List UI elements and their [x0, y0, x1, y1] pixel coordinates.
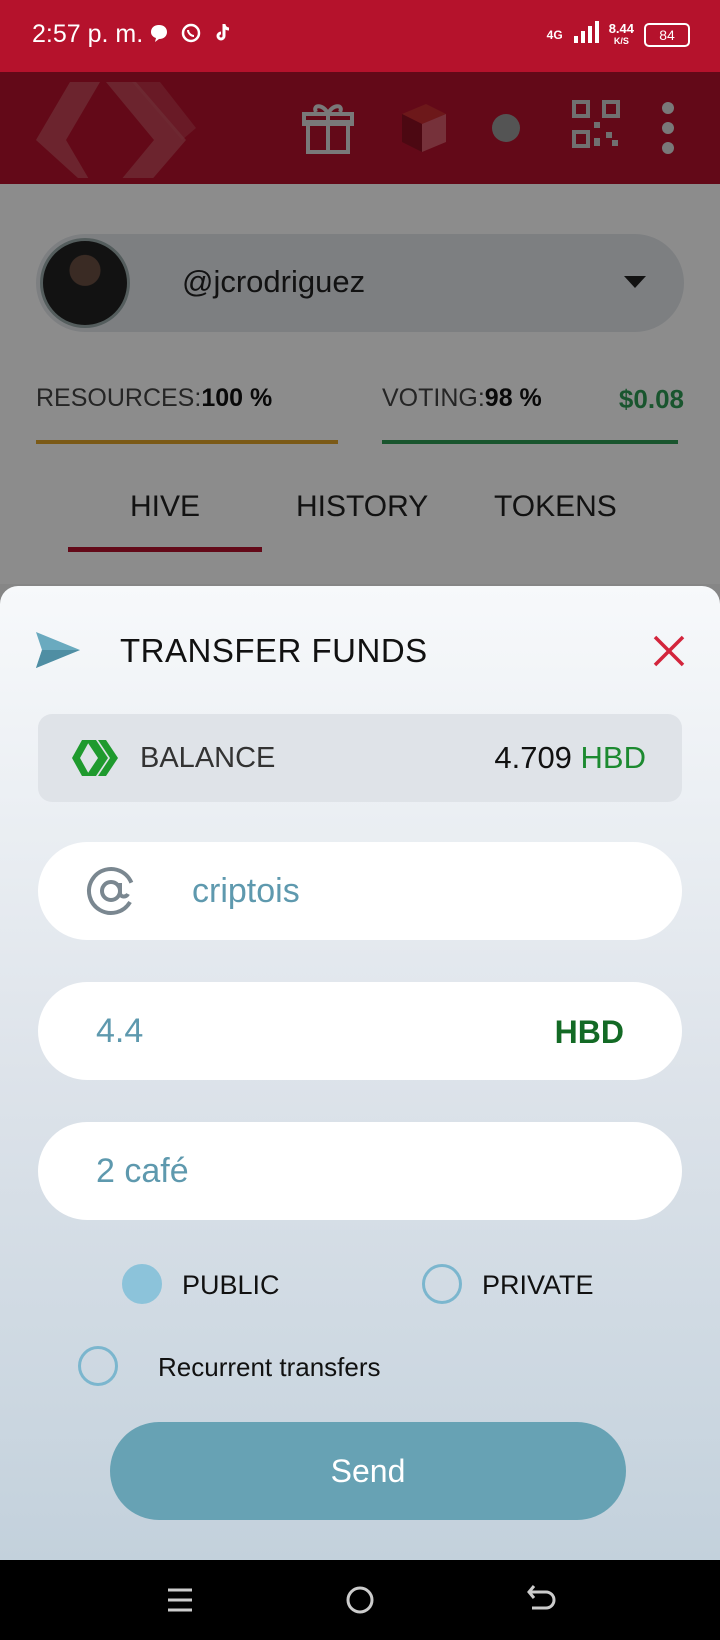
amount-input[interactable]	[96, 1002, 496, 1060]
recipient-field	[38, 842, 682, 940]
balance-currency: HBD	[580, 740, 646, 775]
whatsapp-icon	[180, 22, 202, 44]
recipient-input[interactable]	[192, 862, 632, 920]
status-time: 2:57 p. m.	[32, 20, 144, 48]
private-label: PRIVATE	[482, 1270, 594, 1300]
recurrent-transfers-label: Recurrent transfers	[158, 1352, 381, 1382]
screen: 2:57 p. m. 4G 8.44 K/S 84 @jcrodriguez R…	[0, 0, 720, 1640]
balance-box: BALANCE 4.709 HBD	[38, 714, 682, 802]
close-icon[interactable]	[652, 634, 686, 668]
hbd-logo-icon	[72, 738, 118, 778]
menu-icon[interactable]	[160, 1580, 200, 1620]
amount-field: HBD	[38, 982, 682, 1080]
status-bar: 2:57 p. m. 4G 8.44 K/S 84	[0, 0, 720, 72]
memo-input[interactable]	[96, 1142, 636, 1200]
speed-unit: K/S	[613, 35, 629, 46]
balance-value: 4.709 HBD	[494, 740, 646, 776]
chat-bubble-icon	[148, 22, 170, 44]
battery-icon: 84	[644, 22, 690, 47]
notification-icons	[148, 22, 234, 44]
amount-currency: HBD	[554, 1014, 624, 1050]
balance-amount: 4.709	[494, 740, 572, 775]
battery-level: 84	[659, 26, 675, 43]
send-button[interactable]: Send	[110, 1422, 626, 1520]
transfer-modal: TRANSFER FUNDS BALANCE 4.709 HBD criptoi…	[0, 586, 720, 1560]
at-sign-icon	[86, 866, 136, 916]
system-nav-bar	[0, 1560, 720, 1640]
public-label: PUBLIC	[182, 1270, 280, 1300]
balance-label: BALANCE	[140, 742, 276, 774]
home-icon[interactable]	[340, 1580, 380, 1620]
status-right: 4G 8.44 K/S 84	[547, 20, 690, 49]
memo-field	[38, 1122, 682, 1220]
speed-value: 8.44	[608, 20, 634, 36]
private-radio[interactable]	[422, 1264, 462, 1304]
network-label: 4G	[546, 27, 563, 42]
signal-icon	[573, 20, 599, 49]
public-radio[interactable]	[122, 1264, 162, 1304]
speed-indicator: 8.44 K/S	[608, 20, 634, 47]
recurrent-transfers-toggle[interactable]	[78, 1346, 118, 1386]
tiktok-icon	[212, 22, 234, 44]
send-plane-icon	[36, 630, 80, 670]
modal-title: TRANSFER FUNDS	[120, 632, 428, 669]
back-icon[interactable]	[520, 1580, 560, 1620]
